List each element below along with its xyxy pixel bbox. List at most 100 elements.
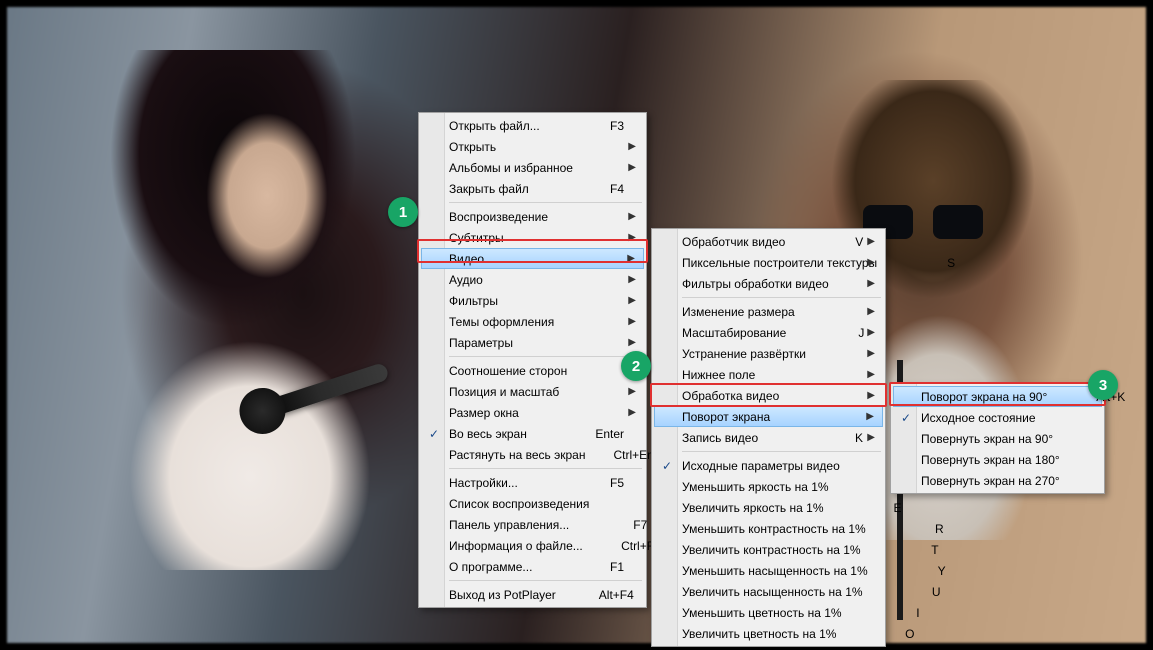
context-menu-video[interactable]: Обработчик видеоV▶Пиксельные построители…: [651, 228, 886, 647]
menu-item-shortcut: E: [852, 501, 902, 515]
menu-item[interactable]: Размер окна▶: [421, 402, 644, 423]
menu-item[interactable]: ✓Исходные параметры видеоQ: [654, 455, 883, 476]
menu-item-shortcut: J: [814, 326, 864, 340]
menu-item-label: Увеличить цветность на 1%: [682, 627, 836, 641]
context-menu-rotate[interactable]: Поворот экрана на 90°Alt+K✓Исходное сост…: [890, 383, 1105, 494]
menu-item-label: Повернуть экран на 90°: [921, 432, 1082, 446]
menu-item[interactable]: Видео▶: [421, 248, 644, 269]
menu-item[interactable]: Поворот экрана на 90°Alt+K: [893, 386, 1102, 407]
menu-item[interactable]: Субтитры▶: [421, 227, 644, 248]
menu-item-label: Настройки...: [449, 476, 546, 490]
menu-item-label: Изменение размера: [682, 305, 863, 319]
menu-item-shortcut: F5: [574, 476, 624, 490]
menu-item[interactable]: Позиция и масштаб▶: [421, 381, 644, 402]
submenu-arrow-icon: ▶: [628, 211, 636, 222]
menu-item[interactable]: Растянуть на весь экранCtrl+Enter: [421, 444, 644, 465]
menu-item-label: Растянуть на весь экран: [449, 448, 585, 462]
menu-item[interactable]: О программе... F1: [421, 556, 644, 577]
menu-item-label: Поворот экрана: [682, 410, 863, 424]
menu-item-label: О программе...: [449, 560, 546, 574]
menu-item[interactable]: ✓Во весь экранEnter: [421, 423, 644, 444]
menu-item[interactable]: Уменьшить цветность на 1%I: [654, 602, 883, 623]
menu-item-label: Параметры: [449, 336, 624, 350]
menu-item-label: Повернуть экран на 270°: [921, 474, 1082, 488]
menu-item[interactable]: Темы оформления▶: [421, 311, 644, 332]
menu-item[interactable]: Панель управления...F7: [421, 514, 644, 535]
menu-item-shortcut: R: [894, 522, 944, 536]
submenu-arrow-icon: ▶: [867, 236, 875, 247]
menu-item[interactable]: Настройки... F5: [421, 472, 644, 493]
menu-item[interactable]: Фильтры обработки видео ▶: [654, 273, 883, 294]
menu-item[interactable]: Список воспроизведенияF6: [421, 493, 644, 514]
submenu-arrow-icon: ▶: [628, 141, 636, 152]
menu-item[interactable]: Повернуть экран на 180°: [893, 449, 1102, 470]
menu-item[interactable]: Изменение размера▶: [654, 301, 883, 322]
menu-item[interactable]: Открыть▶: [421, 136, 644, 157]
menu-item-label: Во весь экран: [449, 427, 546, 441]
menu-item[interactable]: Повернуть экран на 90°: [893, 428, 1102, 449]
menu-item-label: Информация о файле...: [449, 539, 583, 553]
menu-item[interactable]: Аудио▶: [421, 269, 644, 290]
menu-item-label: Увеличить насыщенность на 1%: [682, 585, 863, 599]
menu-item[interactable]: Увеличить цветность на 1%O: [654, 623, 883, 644]
submenu-arrow-icon: ▶: [628, 162, 636, 173]
menu-item-shortcut: F1: [574, 560, 624, 574]
menu-item-label: Закрыть файл: [449, 182, 546, 196]
menu-item[interactable]: ✓Исходное состояние: [893, 407, 1102, 428]
menu-item[interactable]: Поворот экрана▶: [654, 406, 883, 427]
menu-item[interactable]: Выход из PotPlayer Alt+F4: [421, 584, 644, 605]
menu-item[interactable]: Повернуть экран на 270°: [893, 470, 1102, 491]
menu-item[interactable]: Обработчик видеоV▶: [654, 231, 883, 252]
menu-item-label: Запись видео: [682, 431, 785, 445]
menu-item[interactable]: Уменьшить яркость на 1%W: [654, 476, 883, 497]
menu-item-label: Открыть файл...: [449, 119, 546, 133]
menu-item-label: Масштабирование: [682, 326, 786, 340]
menu-item[interactable]: Увеличить контрастность на 1%T: [654, 539, 883, 560]
menu-item[interactable]: Закрыть файлF4: [421, 178, 644, 199]
menu-item-label: Повернуть экран на 180°: [921, 453, 1082, 467]
menu-item[interactable]: Воспроизведение▶: [421, 206, 644, 227]
menu-item-label: Панель управления...: [449, 518, 569, 532]
menu-item-label: Список воспроизведения: [449, 497, 589, 511]
menu-separator: [449, 356, 642, 357]
menu-item[interactable]: МасштабированиеJ▶: [654, 322, 883, 343]
menu-item[interactable]: Увеличить насыщенность на 1%U: [654, 581, 883, 602]
menu-item[interactable]: Открыть файл...F3: [421, 115, 644, 136]
menu-item-label: Обработчик видео: [682, 235, 785, 249]
menu-item[interactable]: Информация о файле...Ctrl+F1: [421, 535, 644, 556]
menu-item-label: Устранение развёртки: [682, 347, 863, 361]
menu-item[interactable]: Обработка видео▶: [654, 385, 883, 406]
menu-item[interactable]: Уменьшить контрастность на 1%R: [654, 518, 883, 539]
submenu-arrow-icon: ▶: [867, 432, 875, 443]
menu-item-label: Фильтры: [449, 294, 624, 308]
menu-item[interactable]: Увеличить яркость на 1%E: [654, 497, 883, 518]
menu-item[interactable]: Параметры▶: [421, 332, 644, 353]
menu-item[interactable]: Запись видеоK▶: [654, 427, 883, 448]
menu-item-label: Альбомы и избранное: [449, 161, 624, 175]
menu-separator: [449, 202, 642, 203]
submenu-arrow-icon: ▶: [867, 390, 875, 401]
menu-item-label: Нижнее поле: [682, 368, 863, 382]
menu-item[interactable]: Уменьшить насыщенность на 1%Y: [654, 560, 883, 581]
menu-item[interactable]: Пиксельные построители текстурыS▶: [654, 252, 883, 273]
submenu-arrow-icon: ▶: [867, 348, 875, 359]
menu-separator: [682, 297, 881, 298]
submenu-arrow-icon: ▶: [628, 232, 636, 243]
submenu-arrow-icon: ▶: [867, 278, 875, 289]
menu-item-label: Выход из PotPlayer: [449, 588, 556, 602]
menu-item-shortcut: Y: [896, 564, 946, 578]
submenu-arrow-icon: ▶: [628, 316, 636, 327]
menu-item-label: Исходные параметры видео: [682, 459, 840, 473]
menu-item-shortcut: Alt+F4: [584, 588, 634, 602]
menu-item[interactable]: Устранение развёртки ▶: [654, 343, 883, 364]
menu-item[interactable]: Фильтры▶: [421, 290, 644, 311]
submenu-arrow-icon: ▶: [627, 253, 635, 264]
menu-item[interactable]: Нижнее поле▶: [654, 364, 883, 385]
submenu-arrow-icon: ▶: [866, 411, 874, 422]
menu-item[interactable]: Соотношение сторон▶: [421, 360, 644, 381]
menu-item-label: Фильтры обработки видео: [682, 277, 863, 291]
check-icon: ✓: [429, 427, 439, 441]
menu-item-shortcut: I: [870, 606, 920, 620]
menu-item[interactable]: Альбомы и избранное ▶: [421, 157, 644, 178]
context-menu-main[interactable]: Открыть файл...F3Открыть▶Альбомы и избра…: [418, 112, 647, 608]
